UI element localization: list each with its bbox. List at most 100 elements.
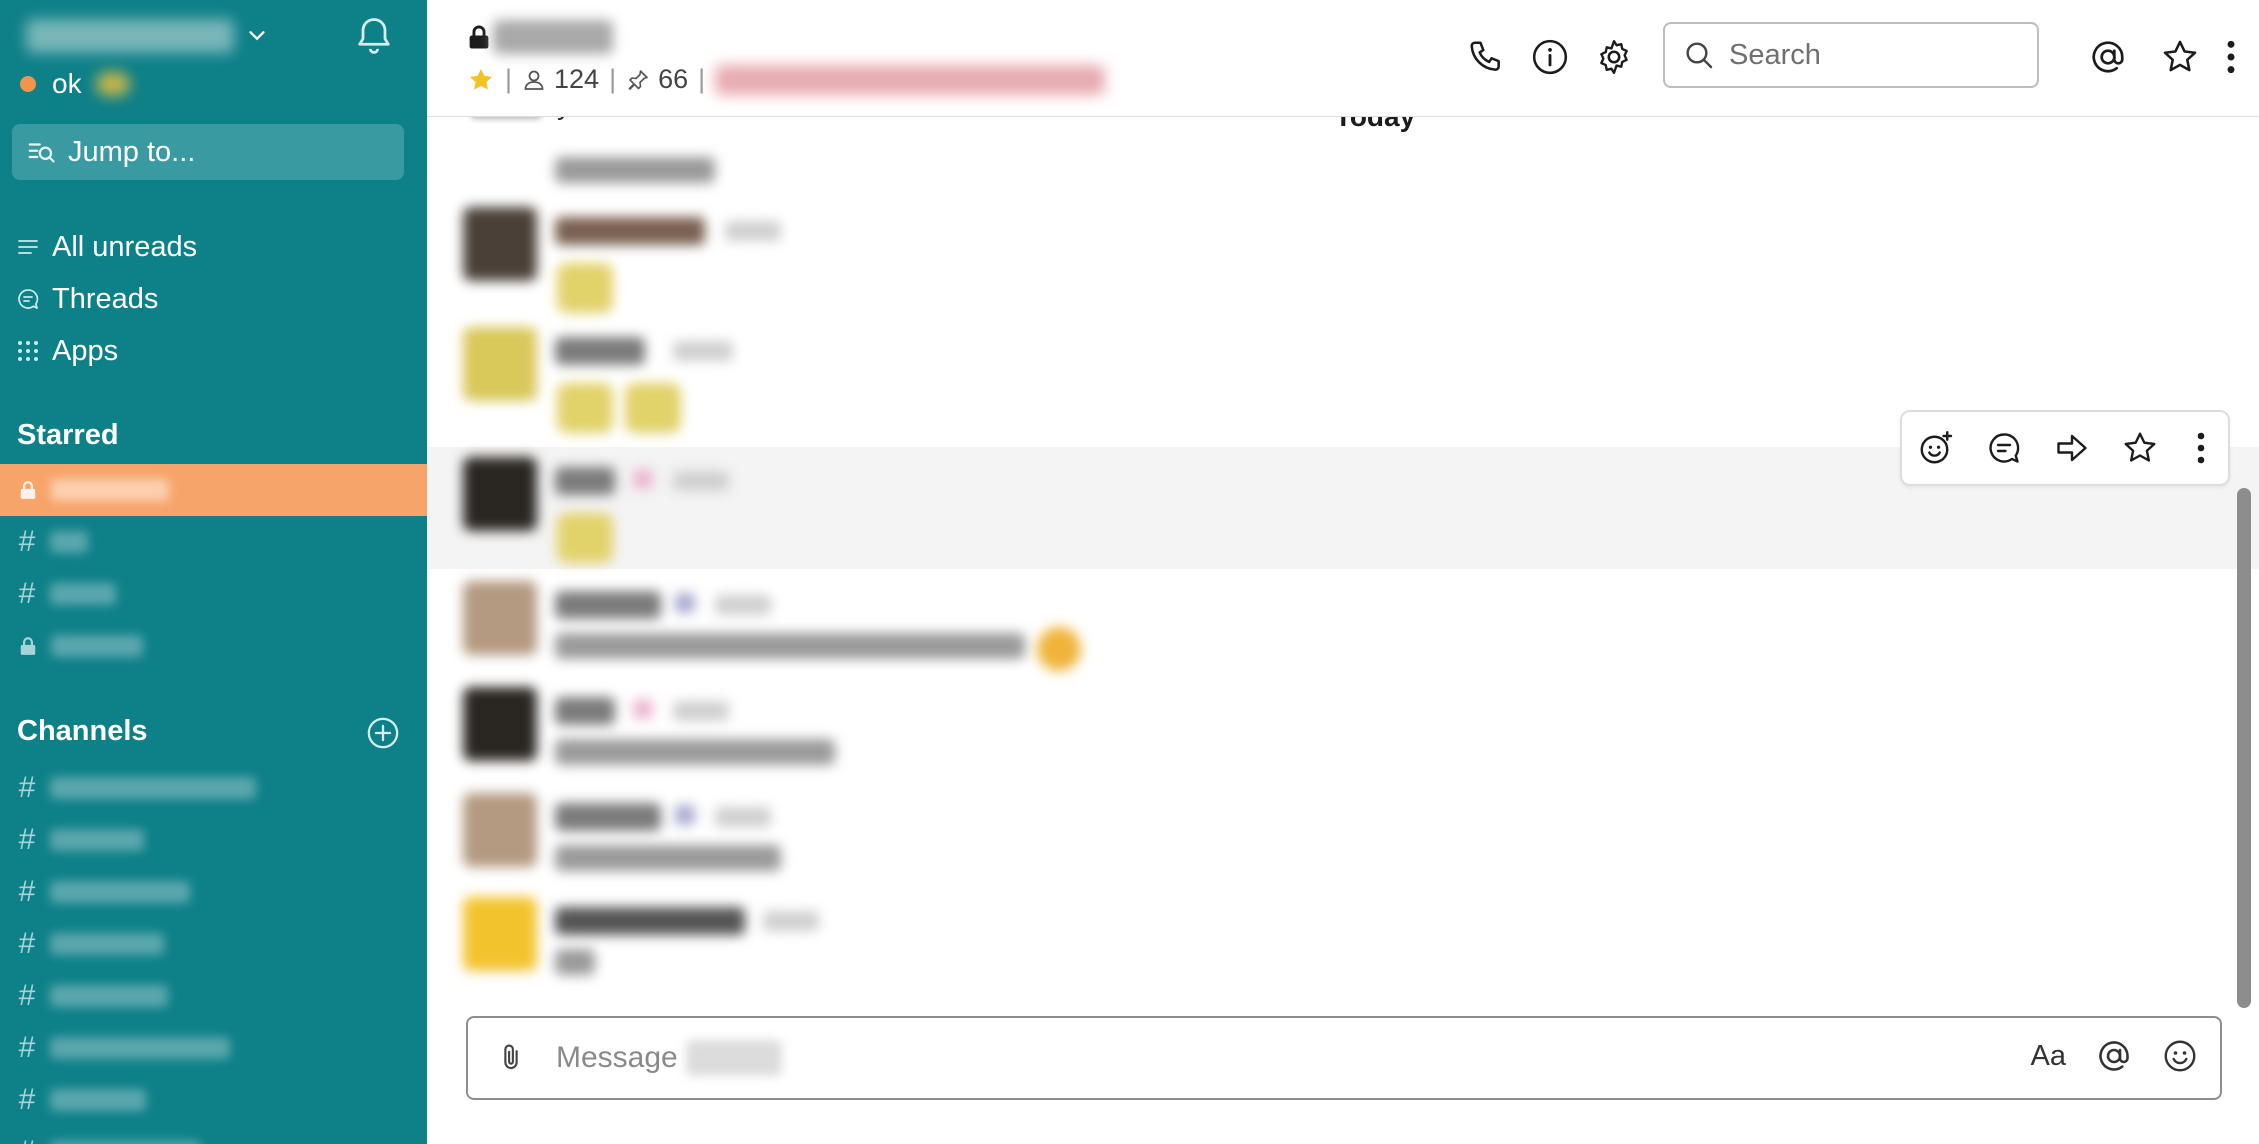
- user-status[interactable]: ok: [20, 64, 130, 104]
- sidebar-channel[interactable]: #: [0, 1126, 427, 1144]
- message-author[interactable]: [555, 337, 645, 365]
- avatar[interactable]: [471, 117, 541, 119]
- message-emoji: [557, 263, 613, 313]
- starred-section-title[interactable]: Starred: [17, 419, 119, 452]
- avatar[interactable]: [463, 207, 537, 281]
- sidebar-channel[interactable]: #: [0, 918, 427, 970]
- channel-name: [50, 881, 190, 903]
- message-timestamp[interactable]: [725, 221, 781, 241]
- search-input[interactable]: Search: [1663, 22, 2039, 88]
- sidebar-channel[interactable]: #: [0, 762, 427, 814]
- more-vertical-icon[interactable]: [2190, 430, 2212, 466]
- bell-icon[interactable]: [352, 14, 396, 58]
- apps-icon: [18, 341, 38, 361]
- sidebar-item-label: Threads: [52, 282, 159, 315]
- message-timestamp[interactable]: [763, 911, 819, 931]
- sidebar-channel[interactable]: #: [0, 1022, 427, 1074]
- message-author[interactable]: [555, 467, 615, 495]
- hash-icon: #: [18, 771, 36, 804]
- channel-meta: | 124 | 66 |: [467, 64, 1106, 95]
- chevron-down-icon[interactable]: [246, 25, 268, 47]
- add-channel-icon[interactable]: [366, 716, 400, 750]
- channel-title[interactable]: [467, 20, 613, 54]
- avatar[interactable]: [463, 327, 537, 401]
- jump-to-button[interactable]: Jump to...: [12, 124, 404, 180]
- sidebar-channel[interactable]: #: [0, 866, 427, 918]
- sidebar-channel[interactable]: #: [0, 970, 427, 1022]
- add-reaction-icon[interactable]: [1918, 430, 1954, 466]
- sidebar-channel[interactable]: #: [0, 1074, 427, 1126]
- message-author[interactable]: [555, 217, 705, 245]
- sidebar-channel-starred-1[interactable]: [0, 464, 427, 516]
- member-count[interactable]: 124: [554, 64, 599, 95]
- search-icon: [1686, 42, 1713, 69]
- format-button[interactable]: Aa: [2031, 1040, 2066, 1073]
- channels-section-title[interactable]: Channels: [17, 715, 148, 748]
- message-composer[interactable]: Message Aa: [466, 1016, 2222, 1100]
- share-icon[interactable]: [2054, 430, 2090, 466]
- message-author[interactable]: [555, 907, 745, 935]
- gear-icon[interactable]: [1595, 38, 1633, 76]
- status-emoji: [633, 469, 653, 489]
- message-author[interactable]: [555, 803, 661, 831]
- reply-thread-icon[interactable]: [1986, 430, 2022, 466]
- emoji-icon[interactable]: [2162, 1038, 2198, 1074]
- message-timestamp[interactable]: [673, 341, 733, 361]
- message-scrollbar[interactable]: [2237, 488, 2251, 1008]
- search-placeholder: Search: [1729, 38, 1821, 71]
- channel-header: | 124 | 66 | Search: [427, 0, 2259, 116]
- message-author[interactable]: [555, 697, 615, 725]
- star-icon[interactable]: [467, 66, 495, 94]
- jump-to-icon: [28, 143, 55, 163]
- hash-icon: #: [18, 927, 36, 960]
- pin-icon[interactable]: [626, 68, 650, 92]
- composer-channel-name: [685, 1040, 782, 1076]
- message-actions-toolbar: [1900, 410, 2230, 486]
- avatar[interactable]: [463, 457, 537, 531]
- message-timestamp[interactable]: [673, 471, 729, 491]
- channel-name: [50, 985, 168, 1007]
- star-icon[interactable]: [2161, 38, 2199, 76]
- workspace-name[interactable]: [26, 19, 234, 53]
- save-star-icon[interactable]: [2122, 430, 2158, 466]
- workspace-menu[interactable]: [26, 12, 268, 60]
- sidebar-item-all-unreads[interactable]: All unreads: [16, 225, 197, 269]
- message-emoji: [1037, 627, 1081, 671]
- info-icon[interactable]: [1531, 38, 1569, 76]
- avatar[interactable]: [463, 687, 537, 761]
- status-emoji: [95, 72, 130, 96]
- avatar[interactable]: [463, 793, 537, 867]
- sidebar-item-threads[interactable]: Threads: [16, 277, 158, 321]
- sidebar-channel-starred-4[interactable]: [0, 620, 427, 672]
- sidebar: ok Jump to... All unreads Threads Apps S…: [0, 0, 427, 1144]
- channel-name: [50, 583, 116, 605]
- message-timestamp[interactable]: [715, 595, 771, 615]
- mention-icon[interactable]: [2089, 38, 2127, 76]
- sidebar-item-apps[interactable]: Apps: [16, 329, 118, 373]
- avatar[interactable]: [463, 581, 537, 655]
- message-text: [555, 633, 1025, 659]
- pinned-count[interactable]: 66: [658, 64, 688, 95]
- sidebar-channel[interactable]: #: [0, 814, 427, 866]
- message-author[interactable]: [555, 591, 661, 619]
- hash-icon: #: [18, 875, 36, 908]
- channel-name[interactable]: [493, 20, 613, 54]
- sidebar-channel-starred-2[interactable]: #: [0, 516, 427, 568]
- paperclip-icon[interactable]: [496, 1042, 526, 1074]
- sidebar-channel-starred-3[interactable]: #: [0, 568, 427, 620]
- date-divider-label[interactable]: Today: [1295, 117, 1455, 135]
- member-icon[interactable]: [522, 68, 546, 92]
- more-vertical-icon[interactable]: [2217, 38, 2245, 76]
- presence-indicator: [20, 76, 36, 92]
- lock-icon: [20, 481, 36, 499]
- phone-icon[interactable]: [1467, 38, 1505, 76]
- lock-icon: [469, 25, 489, 49]
- sidebar-item-label: All unreads: [52, 230, 198, 263]
- message-timestamp[interactable]: [673, 701, 729, 721]
- hash-icon: #: [18, 1031, 36, 1064]
- message-timestamp[interactable]: [715, 807, 771, 827]
- message-emoji: [557, 513, 613, 563]
- channel-topic[interactable]: [715, 64, 1106, 95]
- avatar[interactable]: [463, 897, 537, 971]
- mention-icon[interactable]: [2096, 1038, 2132, 1074]
